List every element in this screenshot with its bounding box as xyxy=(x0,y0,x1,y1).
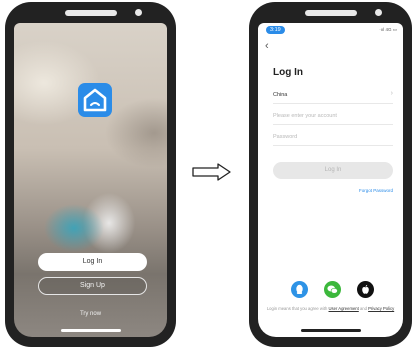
password-placeholder: Password xyxy=(273,134,298,140)
forgot-password-link[interactable]: Forgot Password xyxy=(359,188,393,193)
speaker-grille xyxy=(64,10,117,16)
right-arrow-icon xyxy=(192,163,231,181)
agreement-text: Login means that you agree with User Agr… xyxy=(266,306,395,312)
status-signal-battery: ·ııl 4G ▭ xyxy=(379,27,397,32)
splash-screen: Log In Sign Up Try now xyxy=(14,23,167,337)
speaker-grille xyxy=(304,10,357,16)
user-agreement-link[interactable]: User Agreement xyxy=(329,306,359,311)
status-time: 3:19 xyxy=(266,26,285,34)
agreement-prefix: Login means that you agree with xyxy=(266,306,328,311)
country-selector[interactable]: China › xyxy=(273,89,393,104)
login-button[interactable]: Log In xyxy=(38,253,147,271)
social-login-row xyxy=(258,281,403,299)
front-camera xyxy=(135,9,142,16)
wechat-icon[interactable] xyxy=(324,281,341,298)
agreement-and: and xyxy=(359,306,367,311)
country-value: China xyxy=(273,92,288,98)
chevron-right-icon: › xyxy=(390,90,393,97)
signup-button[interactable]: Sign Up xyxy=(38,277,147,295)
try-now-link[interactable]: Try now xyxy=(14,311,167,317)
smart-home-logo-icon xyxy=(78,83,112,117)
home-indicator[interactable] xyxy=(60,329,121,332)
privacy-policy-link[interactable]: Privacy Policy xyxy=(368,306,394,311)
phone-frame-right: 3:19 ·ııl 4G ▭ ‹ Log In China › Please e… xyxy=(249,2,412,347)
login-screen: 3:19 ·ııl 4G ▭ ‹ Log In China › Please e… xyxy=(258,23,403,337)
phone-frame-left: Log In Sign Up Try now xyxy=(5,2,176,347)
back-chevron-icon[interactable]: ‹ xyxy=(265,41,269,52)
password-input[interactable]: Password xyxy=(273,131,393,146)
qq-icon[interactable] xyxy=(291,281,308,298)
account-placeholder: Please enter your account xyxy=(273,113,337,119)
account-input[interactable]: Please enter your account xyxy=(273,110,393,125)
login-submit-button[interactable]: Log In xyxy=(273,162,393,179)
home-indicator[interactable] xyxy=(300,329,361,332)
page-title: Log In xyxy=(273,67,303,78)
apple-icon[interactable] xyxy=(357,281,374,298)
front-camera xyxy=(375,9,382,16)
